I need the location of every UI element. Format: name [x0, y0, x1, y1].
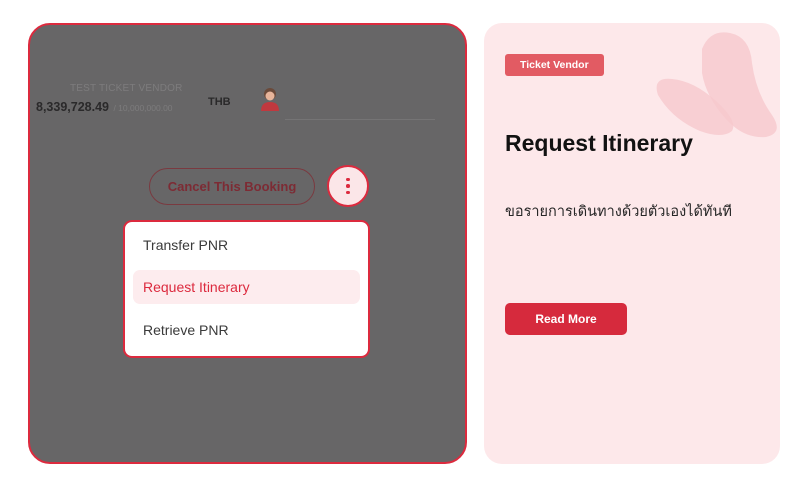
menu-item-request-itinerary[interactable]: Request Itinerary	[133, 270, 360, 304]
vendor-name: TEST TICKET VENDOR	[70, 83, 183, 94]
feature-demo-panel: TEST TICKET VENDOR 8,339,728.49 / 10,000…	[28, 23, 467, 464]
vendor-balance-bar: TEST TICKET VENDOR 8,339,728.49 / 10,000…	[30, 83, 435, 129]
card-title: Request Itinerary	[505, 130, 693, 156]
read-more-button[interactable]: Read More	[505, 303, 627, 335]
options-dropdown-menu: Transfer PNR Request Itinerary Retrieve …	[123, 220, 370, 358]
balance-amount: 8,339,728.49	[36, 100, 109, 114]
card-description: ขอรายการเดินทางด้วยตัวเองได้ทันที	[505, 204, 732, 220]
menu-item-transfer-pnr[interactable]: Transfer PNR	[133, 228, 360, 262]
feature-description-card: Ticket Vendor Request Itinerary ขอรายการ…	[484, 23, 780, 464]
menu-item-retrieve-pnr[interactable]: Retrieve PNR	[133, 313, 360, 347]
balance-row: 8,339,728.49 / 10,000,000.00	[36, 98, 173, 116]
more-options-button[interactable]	[327, 165, 369, 207]
user-avatar-icon[interactable]	[257, 85, 283, 111]
category-tag: Ticket Vendor	[505, 54, 604, 76]
vertical-ellipsis-icon	[346, 177, 350, 195]
divider	[285, 119, 435, 120]
cancel-booking-button[interactable]: Cancel This Booking	[149, 168, 315, 205]
currency-label: THB	[208, 96, 231, 108]
balance-limit: / 10,000,000.00	[113, 103, 173, 113]
